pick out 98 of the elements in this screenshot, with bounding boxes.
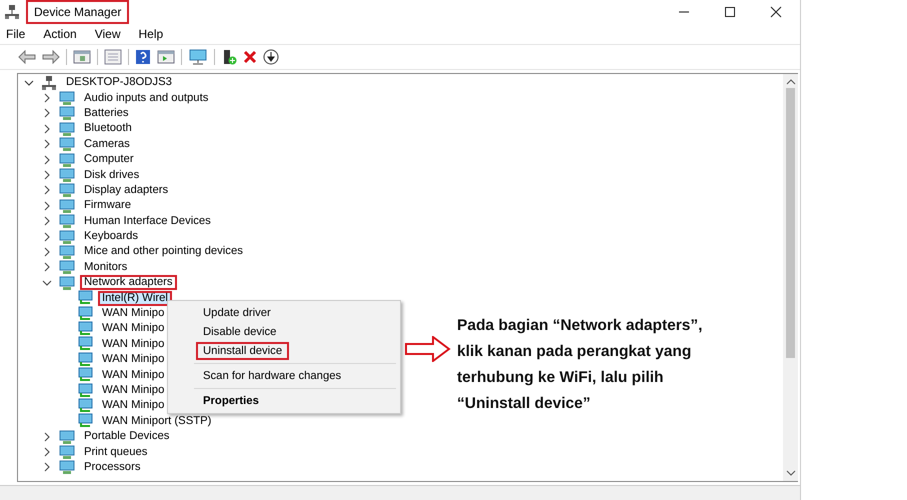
- chevron-icon[interactable]: [42, 278, 52, 288]
- menu-item[interactable]: View: [94, 27, 120, 41]
- forward-arrow-icon[interactable]: [42, 50, 60, 64]
- tree-item[interactable]: DESKTOP-J8ODJS3: [62, 75, 176, 90]
- tree-item[interactable]: Firmware: [80, 198, 136, 214]
- network-adapter-icon: [77, 352, 93, 368]
- tree-item[interactable]: WAN Minipo: [98, 383, 168, 398]
- tree-item[interactable]: WAN Minipo: [98, 398, 168, 414]
- tree-item[interactable]: Computer: [80, 152, 138, 168]
- context-menu-item[interactable]: Scan for hardware changes: [196, 367, 348, 385]
- device-icon: [59, 428, 75, 445]
- network-adapter-icon: [77, 290, 93, 306]
- tree-item[interactable]: Human Interface Devices: [80, 214, 215, 229]
- device-icon: [59, 274, 75, 291]
- chevron-icon[interactable]: [42, 200, 52, 211]
- device-icon: [59, 120, 75, 137]
- device-icon: [59, 136, 75, 152]
- network-adapter-icon: [77, 398, 93, 414]
- chevron-icon[interactable]: [42, 154, 52, 165]
- chevron-icon[interactable]: [42, 139, 52, 150]
- device-icon: [59, 105, 75, 122]
- tree-item[interactable]: Monitors: [80, 260, 132, 275]
- chevron-icon[interactable]: [42, 185, 52, 196]
- chevron-icon[interactable]: [42, 93, 52, 104]
- tree-item[interactable]: WAN Minipo: [98, 352, 168, 368]
- computer-network-icon: [41, 74, 57, 91]
- tree-item[interactable]: Network adapters: [80, 275, 177, 290]
- device-icon: [59, 459, 75, 476]
- chevron-icon[interactable]: [42, 124, 52, 134]
- tree-item[interactable]: Disk drives: [80, 168, 144, 183]
- context-menu-item[interactable]: Properties: [196, 392, 266, 410]
- window-title: Device Manager: [26, 0, 130, 24]
- back-arrow-icon[interactable]: [18, 50, 36, 64]
- scroll-down-icon[interactable]: [786, 469, 796, 477]
- maximize-icon[interactable]: [724, 6, 736, 18]
- scrollbar[interactable]: [783, 74, 798, 481]
- tree-item[interactable]: Audio inputs and outputs: [80, 90, 212, 106]
- device-icon: [59, 198, 75, 214]
- device-icon: [59, 259, 75, 276]
- network-adapter-icon: [77, 413, 93, 430]
- tree-item[interactable]: WAN Miniport (SSTP): [98, 414, 216, 429]
- network-adapter-icon: [77, 367, 93, 384]
- monitor-icon[interactable]: [188, 49, 208, 65]
- device-icon: [59, 213, 75, 230]
- window-play-icon[interactable]: [157, 49, 175, 65]
- device-icon: [59, 182, 75, 198]
- menu-item[interactable]: Help: [138, 27, 164, 41]
- device-icon: [59, 167, 75, 184]
- context-menu-item[interactable]: Uninstall device: [196, 342, 290, 360]
- scroll-up-icon[interactable]: [786, 78, 796, 86]
- instruction-text: Pada bagian “Network adapters”, klik kanan pada perangkat yang terhubung ke WiFi, lalu pilih “Uninstall device”: [457, 316, 704, 414]
- device-icon: [59, 152, 75, 168]
- delete-x-icon[interactable]: [243, 50, 257, 64]
- context-menu-item[interactable]: Disable device: [196, 323, 284, 341]
- tree-item[interactable]: Intel(R) Wirel: [98, 290, 172, 306]
- tree-item[interactable]: WAN Minipo: [98, 321, 168, 336]
- chevron-icon[interactable]: [42, 108, 52, 118]
- tree-item[interactable]: Cameras: [80, 136, 134, 152]
- close-icon[interactable]: [770, 6, 782, 18]
- tree-item[interactable]: Keyboards: [80, 229, 142, 244]
- tree-item[interactable]: WAN Minipo: [98, 336, 168, 352]
- chevron-icon[interactable]: [24, 78, 34, 88]
- menu-item[interactable]: Action: [43, 27, 77, 41]
- panel-icon[interactable]: [104, 49, 122, 65]
- chevron-icon[interactable]: [42, 232, 52, 242]
- network-adapter-icon: [77, 336, 93, 352]
- chevron-icon[interactable]: [42, 170, 52, 180]
- network-adapter-icon: [77, 320, 93, 337]
- tree-item[interactable]: Bluetooth: [80, 121, 136, 136]
- chevron-icon[interactable]: [42, 216, 52, 226]
- scrollbar-thumb[interactable]: [786, 88, 795, 358]
- window-list-icon[interactable]: [73, 49, 91, 65]
- network-adapter-icon: [77, 306, 93, 322]
- chevron-icon[interactable]: [42, 432, 52, 442]
- add-device-icon[interactable]: [221, 49, 237, 65]
- tree-item[interactable]: Batteries: [80, 106, 133, 121]
- device-icon: [59, 444, 75, 460]
- help-icon[interactable]: [135, 49, 151, 65]
- download-circle-icon[interactable]: [263, 49, 279, 65]
- outline-arrow-icon: [405, 336, 451, 362]
- tree-item[interactable]: Portable Devices: [80, 429, 174, 444]
- tree-item[interactable]: Display adapters: [80, 182, 172, 198]
- tree-item[interactable]: Mice and other pointing devices: [80, 244, 247, 260]
- device-icon: [59, 90, 75, 106]
- tree-item[interactable]: WAN Minipo: [98, 306, 168, 322]
- tree-item[interactable]: Processors: [80, 460, 145, 475]
- menu-item[interactable]: File: [6, 27, 26, 41]
- context-menu-item[interactable]: Update driver: [196, 304, 278, 322]
- network-adapter-icon: [77, 382, 93, 399]
- tree-item[interactable]: Print queues: [80, 444, 152, 460]
- device-icon: [59, 228, 75, 245]
- tree-item[interactable]: WAN Minipo: [98, 368, 168, 383]
- device-icon: [59, 244, 75, 260]
- chevron-icon[interactable]: [42, 447, 52, 458]
- chevron-icon[interactable]: [42, 262, 52, 272]
- computer-network-icon: [4, 4, 20, 20]
- chevron-icon[interactable]: [42, 462, 52, 472]
- chevron-icon[interactable]: [42, 246, 52, 257]
